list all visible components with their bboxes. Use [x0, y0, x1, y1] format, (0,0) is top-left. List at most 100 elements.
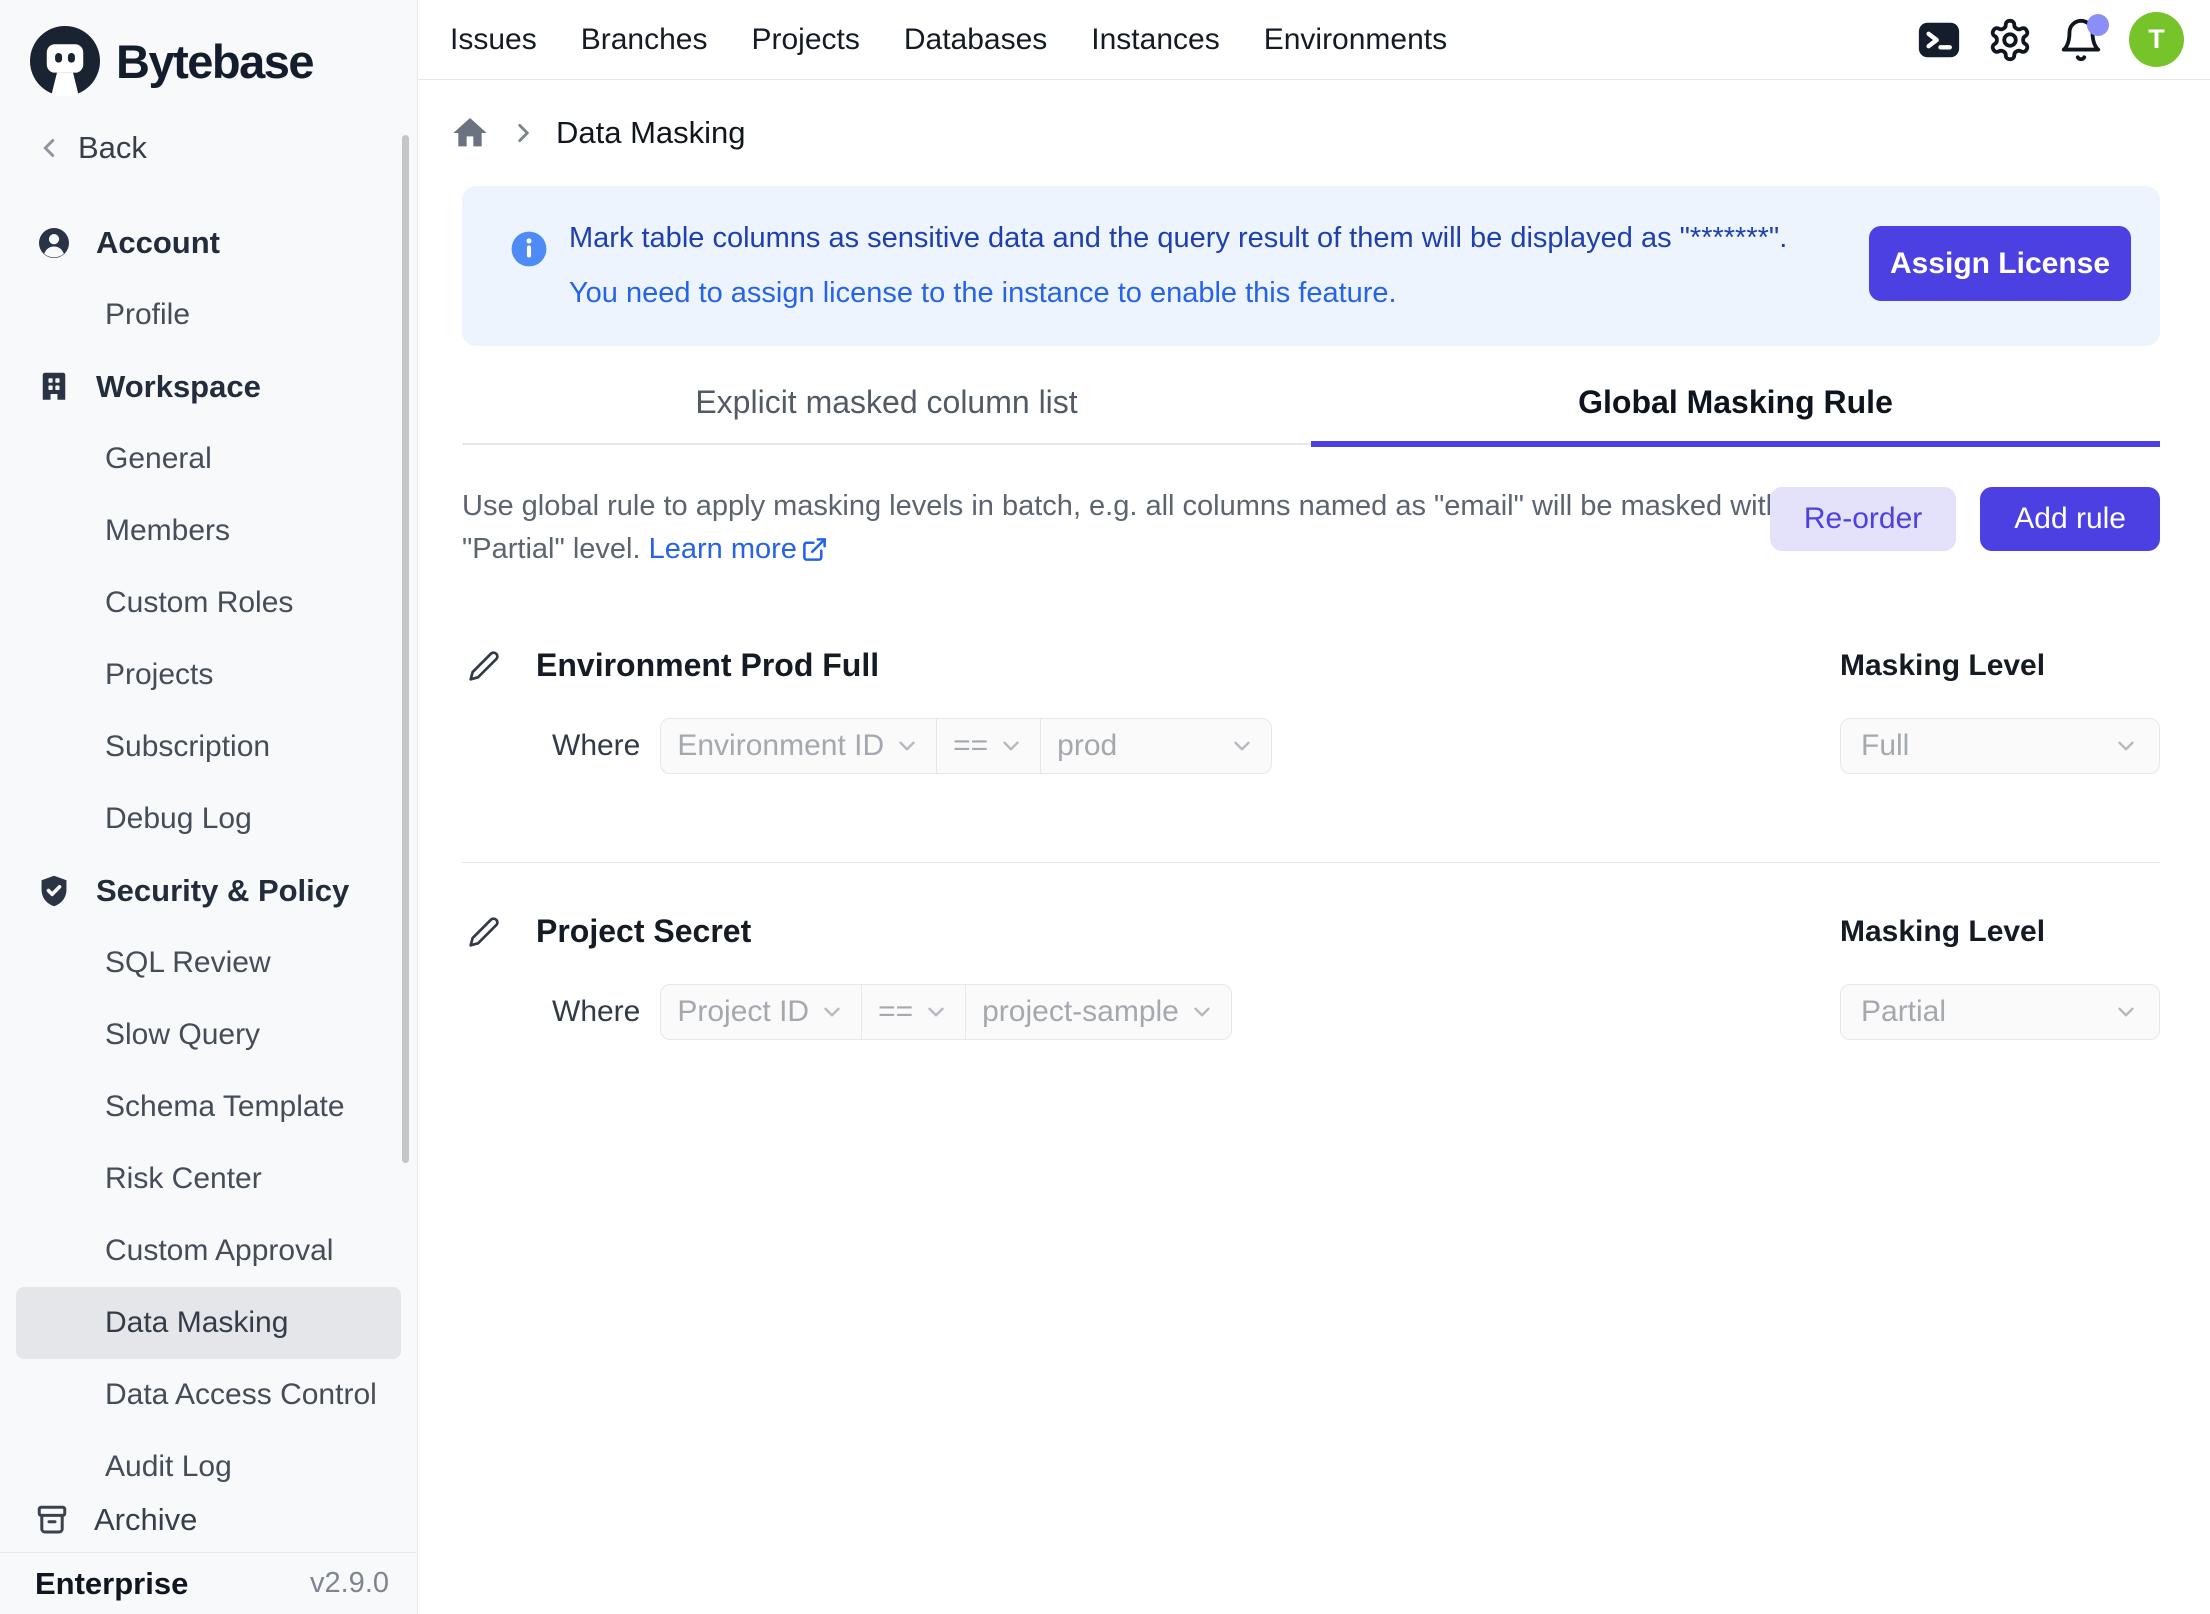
sidebar-item-archive[interactable]: Archive	[0, 1488, 416, 1552]
brand-name: Bytebase	[116, 34, 313, 89]
section-header-label: Security & Policy	[96, 873, 349, 909]
reorder-button[interactable]: Re-order	[1770, 487, 1956, 551]
sidebar-item-members[interactable]: Members	[16, 495, 401, 567]
sidebar-item-schema-template[interactable]: Schema Template	[16, 1071, 401, 1143]
nav-item-projects[interactable]: Projects	[751, 23, 859, 57]
global-rule-toolbar: Use global rule to apply masking levels …	[462, 485, 2160, 575]
rule-header: Project Secret Masking Level	[462, 913, 2160, 950]
brand-logo[interactable]: Bytebase	[0, 0, 417, 96]
chevron-down-icon	[998, 733, 1024, 759]
sidebar-item-slow-query[interactable]: Slow Query	[16, 999, 401, 1071]
condition-operator-select[interactable]: ==	[936, 718, 1041, 774]
where-label: Where	[552, 729, 640, 763]
chevron-down-icon	[1229, 733, 1255, 759]
app-window: Bytebase Back Account Profile Workspace …	[0, 0, 2210, 1614]
masking-level-label: Masking Level	[1840, 915, 2045, 948]
nav-item-branches[interactable]: Branches	[581, 23, 708, 57]
sidebar-item-risk-center[interactable]: Risk Center	[16, 1143, 401, 1215]
notification-badge-dot	[2087, 14, 2109, 36]
sidebar-item-sql-review[interactable]: SQL Review	[16, 927, 401, 999]
chevron-down-icon	[819, 999, 845, 1025]
user-avatar[interactable]: T	[2129, 12, 2184, 67]
sidebar-item-audit-log[interactable]: Audit Log	[16, 1431, 401, 1488]
nav-item-databases[interactable]: Databases	[904, 23, 1047, 57]
nav-item-issues[interactable]: Issues	[450, 23, 537, 57]
rule-title: Environment Prod Full	[536, 647, 879, 684]
sidebar-scrollbar[interactable]	[402, 135, 409, 1163]
sidebar-item-custom-approval[interactable]: Custom Approval	[16, 1215, 401, 1287]
page-content: Mark table columns as sensitive data and…	[418, 158, 2210, 1040]
nav-item-environments[interactable]: Environments	[1264, 23, 1447, 57]
home-icon[interactable]	[450, 113, 490, 153]
where-label: Where	[552, 995, 640, 1029]
condition-value-select[interactable]: project-sample	[965, 984, 1232, 1040]
condition-value: project-sample	[982, 995, 1179, 1029]
condition-field-select[interactable]: Project ID	[660, 984, 862, 1040]
sidebar-item-projects[interactable]: Projects	[16, 639, 401, 711]
tab-explicit-masked-column-list[interactable]: Explicit masked column list	[462, 384, 1311, 443]
assign-license-button[interactable]: Assign License	[1869, 226, 2131, 301]
back-label: Back	[78, 130, 147, 166]
banner-text: Mark table columns as sensitive data and…	[569, 222, 1787, 310]
tab-global-masking-rule[interactable]: Global Masking Rule	[1311, 384, 2160, 443]
masking-level-select[interactable]: Partial	[1840, 984, 2160, 1040]
top-nav: Issues Branches Projects Databases Insta…	[450, 23, 1447, 57]
breadcrumb: Data Masking	[418, 80, 2210, 158]
sidebar-item-general[interactable]: General	[16, 423, 401, 495]
add-rule-button[interactable]: Add rule	[1980, 487, 2160, 551]
archive-box-icon	[34, 1502, 70, 1538]
chevron-left-icon	[34, 133, 64, 163]
edit-pencil-icon[interactable]	[468, 916, 500, 948]
sidebar-item-subscription[interactable]: Subscription	[16, 711, 401, 783]
sidebar-item-custom-roles[interactable]: Custom Roles	[16, 567, 401, 639]
description-line-1: Use global rule to apply masking levels …	[462, 490, 1782, 522]
masking-level-value: Partial	[1861, 995, 1946, 1029]
masking-level-column: Full	[1840, 718, 2160, 774]
masking-tabs: Explicit masked column list Global Maski…	[462, 384, 2160, 445]
condition-operator-select[interactable]: ==	[861, 984, 966, 1040]
description-line-2: "Partial" level.	[462, 533, 641, 565]
banner-line-1: Mark table columns as sensitive data and…	[569, 222, 1787, 255]
subscription-plan-bar: Enterprise v2.9.0	[0, 1552, 416, 1614]
sidebar-section-account: Account	[16, 207, 401, 279]
breadcrumb-current-page: Data Masking	[556, 115, 746, 151]
nav-item-instances[interactable]: Instances	[1091, 23, 1219, 57]
field-value: Project ID	[677, 995, 809, 1029]
condition-field-select[interactable]: Environment ID	[660, 718, 937, 774]
rule-divider	[462, 862, 2160, 863]
field-value: Environment ID	[677, 729, 884, 763]
sidebar-item-debug-log[interactable]: Debug Log	[16, 783, 401, 855]
sidebar-item-data-masking[interactable]: Data Masking	[16, 1287, 401, 1359]
notifications-bell-icon[interactable]	[2058, 17, 2104, 63]
learn-more-link[interactable]: Learn more	[649, 528, 828, 571]
sidebar-item-profile[interactable]: Profile	[16, 279, 401, 351]
chevron-right-icon	[510, 120, 536, 146]
rule-header: Environment Prod Full Masking Level	[462, 647, 2160, 684]
sidebar-item-data-access-control[interactable]: Data Access Control	[16, 1359, 401, 1431]
sql-editor-terminal-icon[interactable]	[1916, 17, 1962, 63]
masking-level-column: Partial	[1840, 984, 2160, 1040]
license-info-banner: Mark table columns as sensitive data and…	[462, 186, 2160, 346]
section-header-label: Workspace	[96, 369, 261, 405]
chevron-down-icon	[923, 999, 949, 1025]
edit-pencil-icon[interactable]	[468, 650, 500, 682]
bytebase-logo-icon	[30, 26, 100, 96]
global-rule-description: Use global rule to apply masking levels …	[462, 485, 1782, 571]
chevron-down-icon	[894, 733, 920, 759]
condition-group: Environment ID == prod	[660, 718, 1272, 774]
condition-value-select[interactable]: prod	[1040, 718, 1272, 774]
shield-icon	[36, 873, 72, 909]
main-area: Issues Branches Projects Databases Insta…	[418, 0, 2210, 1614]
masking-rule-card: Project Secret Masking Level Where Proje…	[462, 913, 2160, 1040]
settings-gear-icon[interactable]	[1987, 17, 2033, 63]
chevron-down-icon	[2113, 999, 2139, 1025]
settings-sidebar: Bytebase Back Account Profile Workspace …	[0, 0, 418, 1614]
operator-value: ==	[953, 729, 988, 763]
back-button[interactable]: Back	[34, 130, 417, 166]
rule-condition-row: Where Environment ID == prod	[462, 718, 2160, 774]
masking-level-select[interactable]: Full	[1840, 718, 2160, 774]
info-icon	[510, 230, 548, 268]
sidebar-nav: Account Profile Workspace General Member…	[0, 207, 417, 1488]
building-icon	[36, 369, 72, 405]
learn-more-label: Learn more	[649, 528, 797, 571]
